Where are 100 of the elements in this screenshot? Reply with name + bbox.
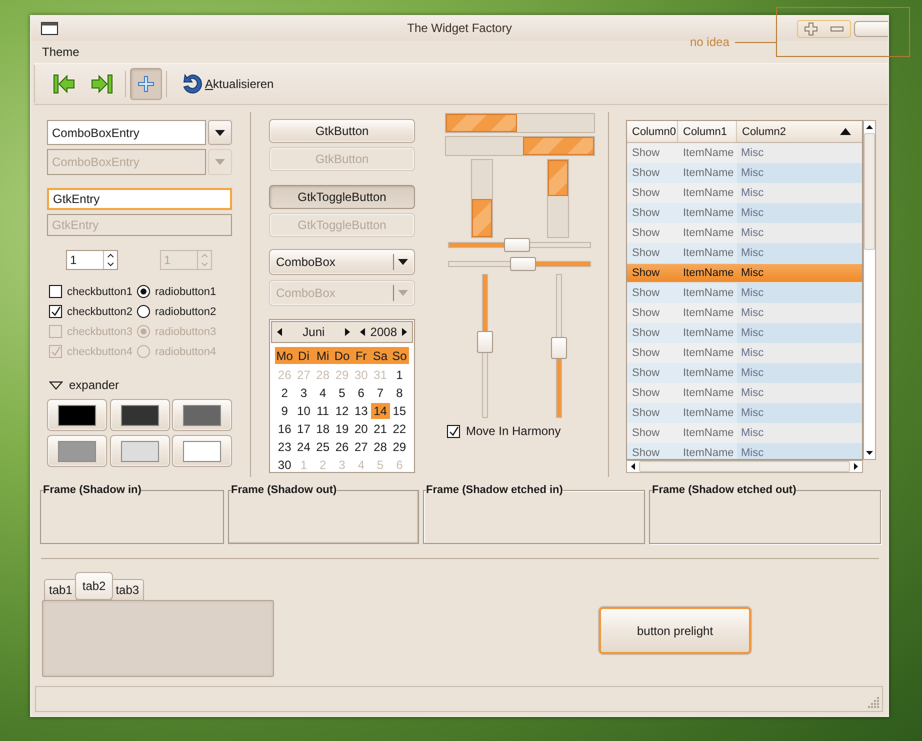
- color-button[interactable]: [110, 435, 170, 467]
- calendar-day[interactable]: 3: [294, 385, 314, 401]
- spin-button[interactable]: 1: [66, 250, 118, 270]
- combo-box[interactable]: ComboBox: [269, 249, 415, 275]
- slider-thumb[interactable]: [477, 331, 493, 354]
- calendar-day[interactable]: 9: [275, 403, 294, 419]
- calendar-day[interactable]: 16: [275, 421, 294, 437]
- table-row[interactable]: Show ItemName Misc: [627, 363, 862, 383]
- color-button[interactable]: [47, 435, 107, 467]
- calendar-day[interactable]: 23: [275, 439, 294, 455]
- table-row[interactable]: Show ItemName Misc: [627, 443, 862, 459]
- refresh-icon[interactable]: [181, 73, 203, 95]
- next-year-icon[interactable]: [401, 327, 408, 337]
- checked-checkbox[interactable]: [49, 305, 62, 318]
- calendar-day[interactable]: 20: [352, 421, 371, 437]
- color-button[interactable]: [172, 399, 232, 431]
- slider-thumb[interactable]: [504, 238, 530, 252]
- calendar-day[interactable]: 21: [370, 421, 390, 437]
- calendar-day[interactable]: 11: [313, 403, 332, 419]
- color-button[interactable]: [172, 435, 232, 467]
- calendar-day[interactable]: 2: [275, 385, 294, 401]
- table-row[interactable]: Show ItemName Misc: [627, 303, 862, 323]
- calendar-day[interactable]: 5: [332, 385, 352, 401]
- slider-thumb[interactable]: [510, 257, 536, 271]
- table-row[interactable]: Show ItemName Misc: [627, 343, 862, 363]
- next-month-icon[interactable]: [344, 327, 352, 337]
- slider[interactable]: [448, 238, 591, 252]
- previous-year-icon[interactable]: [359, 327, 366, 337]
- calendar-day[interactable]: 14: [370, 403, 390, 419]
- column-header[interactable]: Column2: [737, 121, 862, 142]
- expander-label[interactable]: expander: [69, 378, 120, 392]
- table-row[interactable]: Show ItemName Misc: [627, 203, 862, 223]
- calendar-day[interactable]: 25: [313, 439, 332, 455]
- tab[interactable]: tab1: [44, 579, 78, 600]
- checked-checkbox[interactable]: [447, 424, 460, 438]
- color-button[interactable]: [47, 399, 107, 431]
- calendar-day[interactable]: 8: [390, 385, 409, 401]
- plus-icon[interactable]: [804, 22, 818, 36]
- horizontal-scrollbar[interactable]: [626, 460, 863, 473]
- button[interactable]: button prelight: [599, 607, 751, 654]
- calendar-day[interactable]: 6: [352, 385, 371, 401]
- table-row[interactable]: Show ItemName Misc: [627, 263, 862, 283]
- scrollbar-thumb[interactable]: [864, 133, 875, 250]
- slider[interactable]: [551, 274, 567, 418]
- calendar-day[interactable]: 26: [332, 439, 352, 455]
- first-arrow-icon[interactable]: [53, 74, 75, 94]
- refresh-button[interactable]: Aktualisieren: [203, 77, 276, 91]
- slider-thumb[interactable]: [551, 337, 567, 360]
- table-row[interactable]: Show ItemName Misc: [627, 163, 862, 183]
- combo-entry-field[interactable]: ComboBoxEntry: [47, 120, 206, 145]
- tab[interactable]: tab3: [110, 579, 144, 600]
- slider[interactable]: [448, 257, 591, 271]
- calendar-day[interactable]: 1: [390, 367, 409, 383]
- calendar-day[interactable]: 27: [352, 439, 371, 455]
- calendar-day[interactable]: 4: [313, 385, 332, 401]
- calendar-day[interactable]: 30: [275, 457, 294, 473]
- toggle-button[interactable]: GtkToggleButton: [269, 185, 415, 209]
- scroll-up-icon[interactable]: [866, 125, 873, 129]
- column-header[interactable]: Column0: [627, 121, 678, 142]
- selected-radio-button[interactable]: [137, 285, 150, 298]
- checkbox[interactable]: [49, 285, 62, 298]
- table-row[interactable]: Show ItemName Misc: [627, 183, 862, 203]
- expander-arrow-icon[interactable]: [49, 380, 63, 390]
- calendar-day[interactable]: 29: [390, 439, 409, 455]
- calendar-day[interactable]: 10: [294, 403, 314, 419]
- table-row[interactable]: Show ItemName Misc: [627, 423, 862, 443]
- table-row[interactable]: Show ItemName Misc: [627, 143, 862, 163]
- calendar-day[interactable]: 18: [313, 421, 332, 437]
- titlebar-button[interactable]: [854, 20, 888, 36]
- scroll-right-icon[interactable]: [854, 463, 858, 470]
- resize-grip-icon[interactable]: [868, 696, 879, 708]
- last-arrow-icon[interactable]: [91, 74, 113, 94]
- calendar-day[interactable]: 22: [390, 421, 409, 437]
- scroll-left-icon[interactable]: [631, 463, 635, 470]
- calendar-day[interactable]: 19: [332, 421, 352, 437]
- calendar-day[interactable]: 13: [352, 403, 371, 419]
- table-row[interactable]: Show ItemName Misc: [627, 223, 862, 243]
- table-row[interactable]: Show ItemName Misc: [627, 283, 862, 303]
- table-row[interactable]: Show ItemName Misc: [627, 383, 862, 403]
- button[interactable]: GtkButton: [269, 119, 415, 143]
- slider[interactable]: [477, 274, 493, 418]
- calendar-day[interactable]: 12: [332, 403, 352, 419]
- previous-month-icon[interactable]: [276, 327, 283, 337]
- table-row[interactable]: Show ItemName Misc: [627, 403, 862, 423]
- scrollbar-thumb[interactable]: [639, 461, 850, 472]
- color-button[interactable]: [110, 399, 170, 431]
- table-row[interactable]: Show ItemName Misc: [627, 243, 862, 263]
- calendar-day[interactable]: 28: [370, 439, 390, 455]
- calendar-day[interactable]: 15: [390, 403, 409, 419]
- dropdown-button[interactable]: [208, 120, 232, 145]
- window-menu-icon[interactable]: [41, 22, 58, 35]
- calendar-day[interactable]: 7: [370, 385, 390, 401]
- table-row[interactable]: Show ItemName Misc: [627, 323, 862, 343]
- menu-item[interactable]: Theme: [42, 45, 80, 59]
- calendar-day[interactable]: 17: [294, 421, 314, 437]
- toggle-tool-button[interactable]: [130, 68, 162, 100]
- tab[interactable]: tab2: [75, 572, 113, 600]
- scroll-down-icon[interactable]: [866, 451, 873, 455]
- vertical-scrollbar[interactable]: [863, 120, 876, 460]
- calendar-day[interactable]: 24: [294, 439, 314, 455]
